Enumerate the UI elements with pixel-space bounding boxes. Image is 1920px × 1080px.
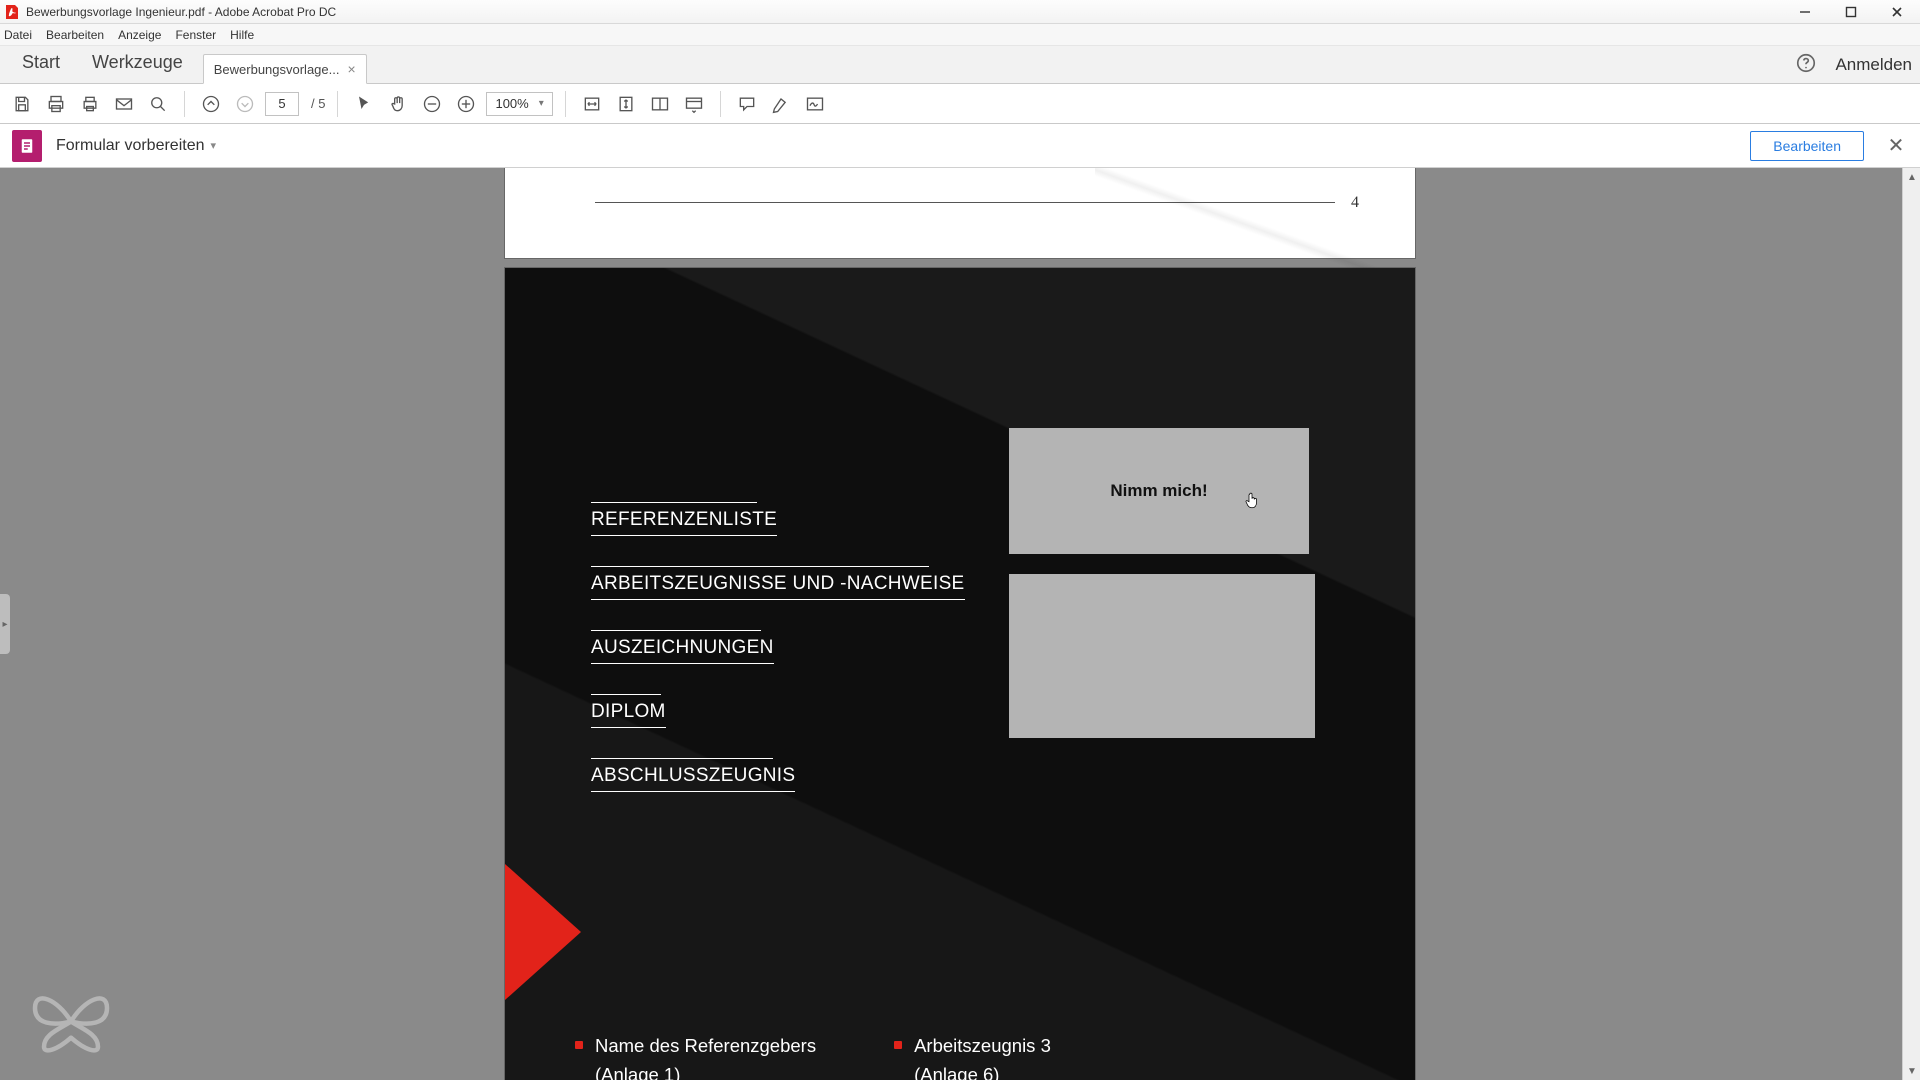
- attachment-bullets: Name des Referenzgebers (Anlage 1) Arbei…: [575, 1032, 1375, 1080]
- form-prepare-icon: [12, 130, 42, 162]
- sign-in-link[interactable]: Anmelden: [1835, 55, 1912, 75]
- menu-bar: Datei Bearbeiten Anzeige Fenster Hilfe: [0, 24, 1920, 46]
- form-prepare-bar: Formular vorbereiten ▾ Bearbeiten ✕: [0, 124, 1920, 168]
- butterfly-watermark-icon: [26, 976, 116, 1058]
- fit-width-icon[interactable]: [578, 90, 606, 118]
- menu-bearbeiten[interactable]: Bearbeiten: [46, 28, 104, 42]
- tab-start[interactable]: Start: [6, 44, 76, 83]
- tab-row: Start Werkzeuge Bewerbungsvorlage... × A…: [0, 46, 1920, 84]
- page-number-input[interactable]: [265, 92, 299, 116]
- print-alt-icon[interactable]: [76, 90, 104, 118]
- main-toolbar: / 5 100% ▾: [0, 84, 1920, 124]
- document-viewport[interactable]: ▸ 4 REFERENZENLISTE ARBEITSZEUGNISSE UND…: [0, 168, 1920, 1080]
- tab-werkzeuge[interactable]: Werkzeuge: [76, 44, 199, 83]
- close-panel-icon[interactable]: ✕: [1882, 133, 1910, 158]
- zoom-out-icon[interactable]: [418, 90, 446, 118]
- close-tab-icon[interactable]: ×: [347, 62, 355, 76]
- window-close-button[interactable]: [1874, 0, 1920, 24]
- left-panel-handle[interactable]: ▸: [0, 594, 10, 654]
- acrobat-app-icon: [4, 4, 20, 20]
- hand-tool-icon[interactable]: [384, 90, 412, 118]
- image-placeholder-column: Nimm mich!: [1009, 428, 1329, 738]
- zoom-level-value: 100%: [495, 96, 528, 111]
- window-maximize-button[interactable]: [1828, 0, 1874, 24]
- bullet-dot-icon: [894, 1041, 902, 1049]
- menu-hilfe[interactable]: Hilfe: [230, 28, 254, 42]
- vertical-scrollbar[interactable]: ▲ ▼: [1902, 168, 1920, 1080]
- document-tab-label: Bewerbungsvorlage...: [214, 62, 340, 77]
- red-arrow-decoration: [505, 864, 581, 1000]
- menu-anzeige[interactable]: Anzeige: [118, 28, 161, 42]
- zoom-level-select[interactable]: 100% ▾: [486, 92, 552, 116]
- help-icon[interactable]: [1795, 52, 1817, 79]
- pdf-page-4-tail: 4: [505, 168, 1415, 258]
- page-total-label: / 5: [311, 96, 325, 111]
- save-icon[interactable]: [8, 90, 36, 118]
- form-prepare-dropdown[interactable]: Formular vorbereiten ▾: [56, 137, 216, 155]
- read-mode-icon[interactable]: [680, 90, 708, 118]
- form-image-field-1-label: Nimm mich!: [1110, 481, 1207, 501]
- chevron-down-icon: ▾: [539, 98, 544, 109]
- menu-datei[interactable]: Datei: [4, 28, 32, 42]
- selection-tool-icon[interactable]: [350, 90, 378, 118]
- fit-page-icon[interactable]: [612, 90, 640, 118]
- form-prepare-label: Formular vorbereiten: [56, 137, 205, 155]
- window-title: Bewerbungsvorlage Ingenieur.pdf - Adobe …: [26, 5, 336, 19]
- document-tab[interactable]: Bewerbungsvorlage... ×: [203, 54, 367, 84]
- print-icon[interactable]: [42, 90, 70, 118]
- search-icon[interactable]: [144, 90, 172, 118]
- heading-auszeichnungen: AUSZEICHNUNGEN: [591, 630, 1021, 664]
- bullet-anlage-1: Name des Referenzgebers (Anlage 1): [575, 1032, 816, 1080]
- heading-arbeitszeugnisse: ARBEITSZEUGNISSE UND -NACHWEISE: [591, 566, 1021, 600]
- page-display-icon[interactable]: [646, 90, 674, 118]
- email-icon[interactable]: [110, 90, 138, 118]
- zoom-in-icon[interactable]: [452, 90, 480, 118]
- scroll-down-arrow-icon[interactable]: ▼: [1903, 1062, 1920, 1080]
- heading-referenzenliste: REFERENZENLISTE: [591, 502, 1021, 536]
- headings-column: REFERENZENLISTE ARBEITSZEUGNISSE UND -NA…: [591, 502, 1021, 822]
- heading-diplom: DIPLOM: [591, 694, 1021, 728]
- highlight-icon[interactable]: [767, 90, 795, 118]
- form-image-field-2[interactable]: [1009, 574, 1315, 738]
- bullet-dot-icon: [575, 1041, 583, 1049]
- chevron-down-icon: ▾: [211, 139, 217, 152]
- page-stack: 4 REFERENZENLISTE ARBEITSZEUGNISSE UND -…: [505, 168, 1415, 1080]
- bullet-anlage-6: Arbeitszeugnis 3 (Anlage 6): [894, 1032, 1051, 1080]
- window-minimize-button[interactable]: [1782, 0, 1828, 24]
- comment-icon[interactable]: [733, 90, 761, 118]
- edit-button[interactable]: Bearbeiten: [1750, 131, 1864, 161]
- heading-abschlusszeugnis: ABSCHLUSSZEUGNIS: [591, 758, 1021, 792]
- window-titlebar: Bewerbungsvorlage Ingenieur.pdf - Adobe …: [0, 0, 1920, 24]
- page-up-icon[interactable]: [197, 90, 225, 118]
- form-image-field-1[interactable]: Nimm mich!: [1009, 428, 1309, 554]
- scroll-up-arrow-icon[interactable]: ▲: [1903, 168, 1920, 186]
- sign-icon[interactable]: [801, 90, 829, 118]
- menu-fenster[interactable]: Fenster: [175, 28, 216, 42]
- pdf-page-5: REFERENZENLISTE ARBEITSZEUGNISSE UND -NA…: [505, 268, 1415, 1080]
- page-down-icon[interactable]: [231, 90, 259, 118]
